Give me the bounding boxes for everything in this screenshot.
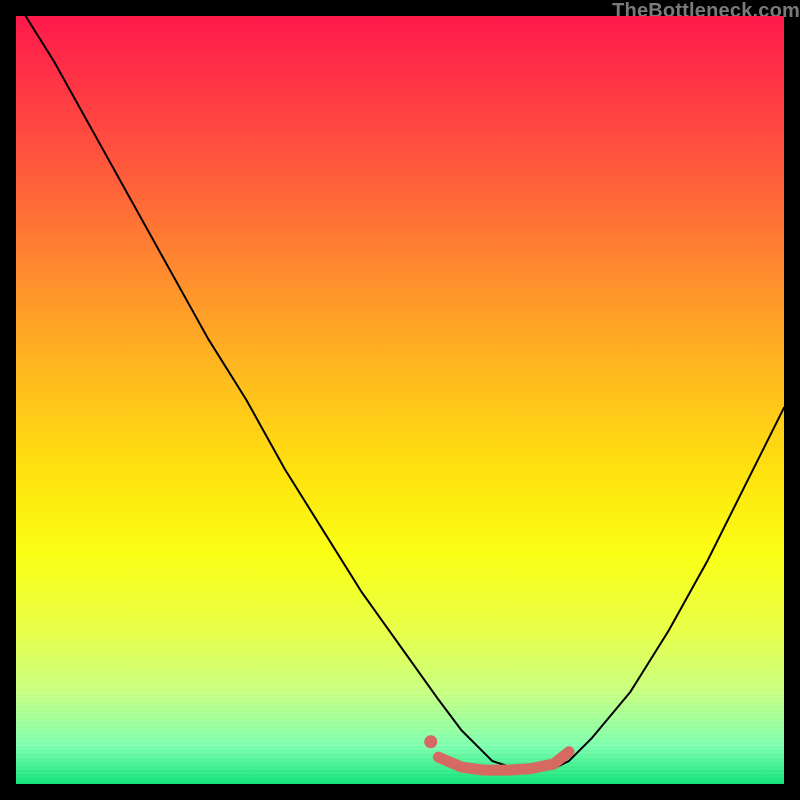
optimal-point-marker-icon bbox=[424, 735, 437, 748]
chart-stage: TheBottleneck.com bbox=[0, 0, 800, 800]
optimal-range-highlight bbox=[438, 752, 569, 770]
plot-area bbox=[16, 16, 784, 784]
bottleneck-curve bbox=[16, 16, 784, 769]
chart-svg-layer bbox=[16, 16, 784, 784]
